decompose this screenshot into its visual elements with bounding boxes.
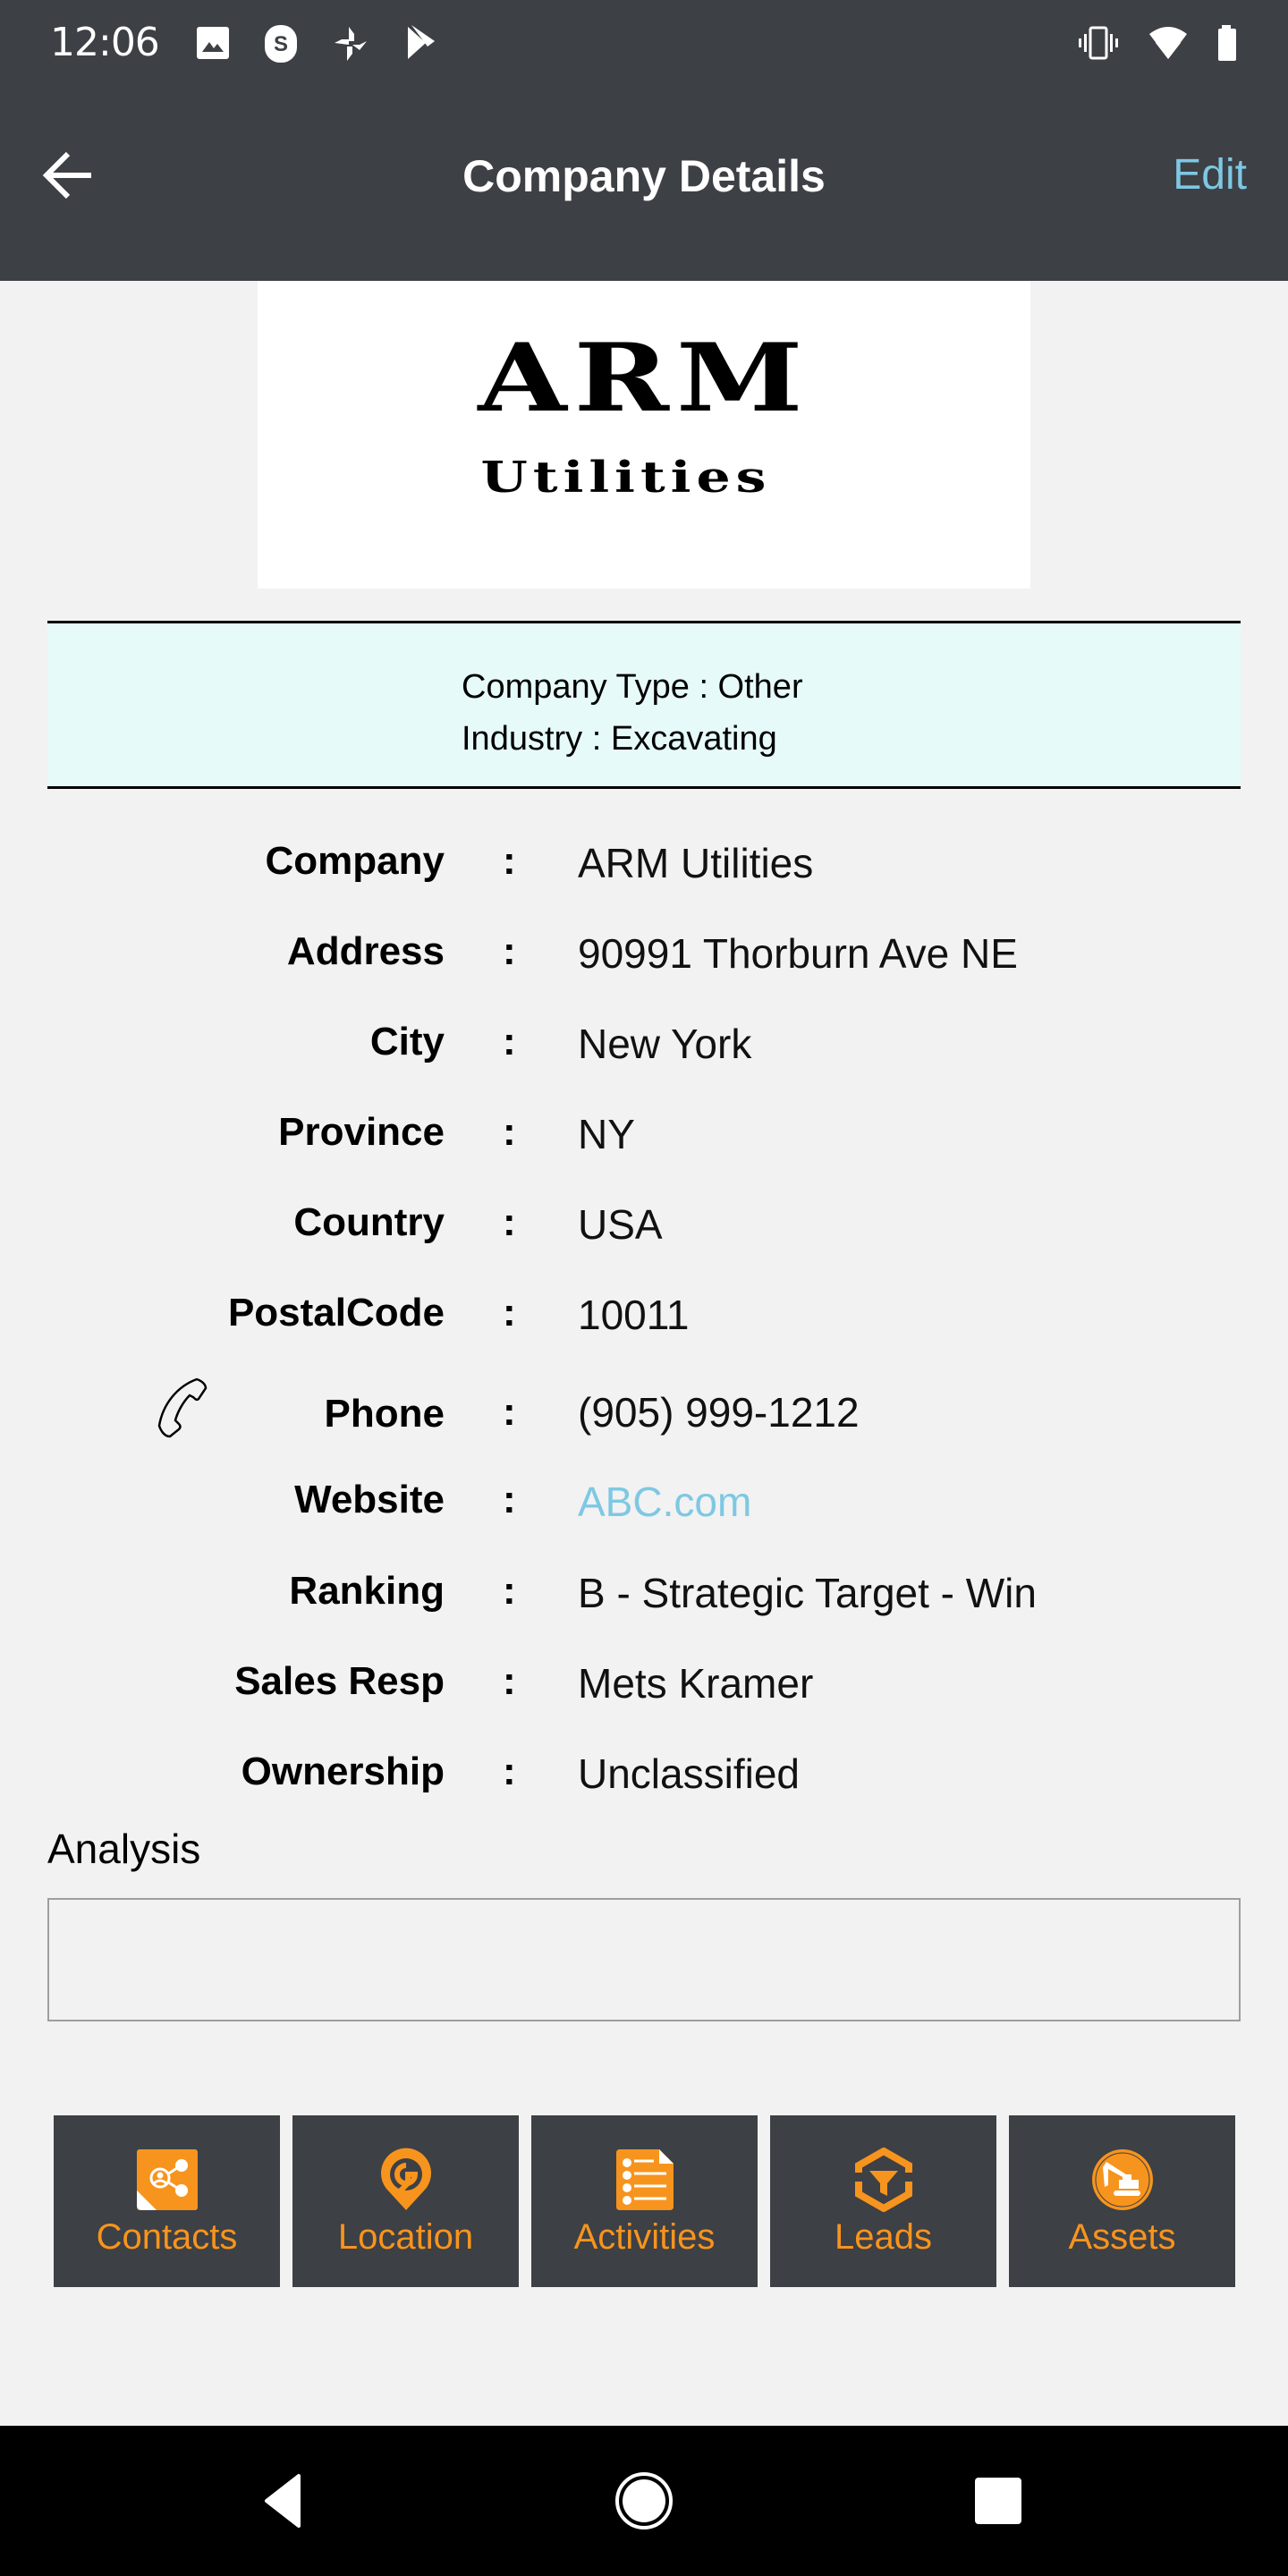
leads-label: Leads	[835, 2217, 932, 2257]
detail-row-province: Province : NY	[0, 1094, 1288, 1165]
logo-text-utilities: Utilities	[480, 453, 772, 503]
edit-button[interactable]: Edit	[1173, 150, 1247, 199]
row-label: Country	[293, 1200, 445, 1244]
wifi-icon	[1149, 27, 1187, 59]
contacts-button[interactable]: Contacts	[54, 2115, 280, 2287]
company-logo: ARM Utilities	[258, 281, 1030, 589]
row-value: B - Strategic Target - Win	[578, 1570, 1037, 1616]
row-label: Ranking	[289, 1569, 445, 1613]
row-value: ARM Utilities	[578, 840, 814, 886]
system-nav-bar	[0, 2426, 1288, 2576]
row-label: Province	[278, 1110, 445, 1154]
row-value: 10011	[578, 1292, 690, 1338]
contacts-label: Contacts	[96, 2217, 238, 2257]
row-label: City	[369, 1020, 445, 1063]
row-label: Phone	[324, 1392, 445, 1436]
website-link[interactable]: ABC.com	[578, 1478, 751, 1526]
vibrate-icon	[1079, 26, 1118, 60]
pinwheel-icon	[335, 27, 367, 61]
status-bar: 12:06 S	[0, 0, 1288, 86]
action-bar: Contacts Location Activities Leads Asset…	[54, 2115, 1235, 2287]
analysis-field[interactable]	[47, 1898, 1241, 2021]
row-label: Sales Resp	[234, 1659, 445, 1703]
row-label: Ownership	[241, 1750, 445, 1793]
battery-icon	[1218, 25, 1236, 61]
row-separator: :	[503, 839, 516, 883]
detail-row-ownership: Ownership : Unclassified	[0, 1733, 1288, 1805]
row-label: PostalCode	[227, 1291, 445, 1335]
detail-row-phone: Phone : (905) 999-1212	[0, 1365, 1288, 1438]
row-value: New York	[578, 1021, 752, 1067]
company-info-panel: Company Type : Other Industry : Excavati…	[47, 621, 1241, 789]
activities-button[interactable]: Activities	[531, 2115, 758, 2287]
row-separator: :	[503, 1020, 516, 1063]
play-store-icon	[408, 25, 435, 59]
row-value: NY	[578, 1111, 635, 1157]
checklist-icon	[615, 2149, 674, 2210]
detail-row-ranking: Ranking : B - Strategic Target - Win	[0, 1553, 1288, 1624]
row-value: USA	[578, 1201, 663, 1248]
funnel-icon	[851, 2148, 916, 2212]
row-separator: :	[503, 1390, 516, 1434]
row-separator: :	[503, 1200, 516, 1244]
row-label: Address	[286, 929, 445, 973]
activities-label: Activities	[573, 2217, 716, 2257]
location-label: Location	[337, 2217, 474, 2257]
svg-text:S: S	[274, 32, 288, 56]
gallery-icon	[197, 27, 229, 59]
leads-button[interactable]: Leads	[770, 2115, 996, 2287]
company-type: Company Type : Other	[462, 668, 803, 706]
detail-row-address: Address : 90991 Thorburn Ave NE	[0, 913, 1288, 985]
row-separator: :	[503, 1110, 516, 1154]
row-value: Mets Kramer	[578, 1660, 814, 1707]
detail-row-postalcode: PostalCode : 10011	[0, 1275, 1288, 1346]
status-time: 12:06	[50, 20, 160, 65]
row-separator: :	[503, 1750, 516, 1793]
page-title: Company Details	[462, 151, 826, 201]
detail-row-country: Country : USA	[0, 1184, 1288, 1256]
industry: Industry : Excavating	[462, 720, 777, 758]
row-separator: :	[503, 1291, 516, 1335]
row-separator: :	[503, 929, 516, 973]
logo-text-arm: ARM	[478, 323, 810, 434]
row-value: Unclassified	[578, 1750, 800, 1797]
row-value: 90991 Thorburn Ave NE	[578, 930, 1018, 977]
contacts-share-icon	[136, 2149, 198, 2210]
recents-square-icon[interactable]	[964, 2465, 1036, 2537]
skype-icon: S	[265, 25, 297, 63]
phone-number-link[interactable]: (905) 999-1212	[578, 1388, 860, 1436]
row-separator: :	[503, 1659, 516, 1703]
back-triangle-icon[interactable]	[247, 2465, 318, 2537]
home-circle-icon[interactable]	[608, 2465, 680, 2537]
row-separator: :	[503, 1478, 516, 1521]
detail-row-city: City : New York	[0, 1004, 1288, 1075]
row-label: Company	[265, 839, 445, 883]
detail-row-sales-resp: Sales Resp : Mets Kramer	[0, 1643, 1288, 1715]
location-pin-icon	[380, 2148, 431, 2210]
row-label: Website	[294, 1478, 445, 1521]
excavator-icon	[1091, 2149, 1153, 2210]
analysis-label: Analysis	[47, 1826, 201, 1872]
assets-button[interactable]: Assets	[1009, 2115, 1235, 2287]
location-button[interactable]: Location	[292, 2115, 519, 2287]
app-bar: Company Details Edit	[0, 86, 1288, 281]
assets-label: Assets	[1068, 2217, 1176, 2257]
detail-row-website: Website : ABC.com	[0, 1462, 1288, 1533]
row-separator: :	[503, 1569, 516, 1613]
phone-icon[interactable]	[150, 1376, 215, 1440]
detail-row-company: Company : ARM Utilities	[0, 823, 1288, 894]
